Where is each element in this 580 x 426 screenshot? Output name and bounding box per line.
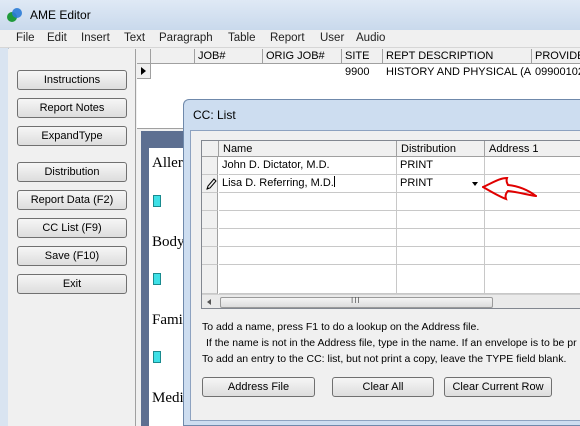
section-field-marker[interactable]	[153, 273, 161, 285]
section-field-marker[interactable]	[153, 351, 161, 363]
exit-button[interactable]: Exit	[17, 274, 127, 294]
instruction-line-3: To add an entry to the CC: list, but not…	[202, 353, 567, 365]
menu-audio[interactable]: Audio	[356, 32, 385, 44]
menu-paragraph[interactable]: Paragraph	[159, 32, 213, 44]
scroll-left-arrow-icon[interactable]	[207, 299, 211, 305]
current-row-arrow-icon	[141, 67, 146, 75]
dialog-title: CC: List	[193, 108, 236, 122]
column-header-address1[interactable]: Address 1	[485, 141, 580, 157]
instruction-line-1: To add a name, press F1 to do a lookup o…	[202, 321, 480, 333]
instruction-line-2: If the name is not in the Address file, …	[206, 337, 577, 349]
annotation-arrow-icon	[482, 176, 537, 201]
cc-name-cell[interactable]: John D. Dictator, M.D.	[219, 157, 397, 175]
cc-list-grid: Name Distribution Address 1 John D. Dict…	[201, 140, 580, 309]
cc-list-button[interactable]: CC List (F9)	[17, 218, 127, 238]
column-header-rept-description[interactable]: REPT DESCRIPTION	[383, 49, 532, 64]
clear-current-row-button[interactable]: Clear Current Row	[444, 377, 552, 397]
column-header-distribution[interactable]: Distribution	[397, 141, 485, 157]
row-selector[interactable]	[202, 229, 218, 247]
cc-name-cell[interactable]	[219, 229, 397, 247]
scrollbar-thumb[interactable]: III	[220, 296, 493, 308]
menu-user[interactable]: User	[320, 32, 344, 44]
cell-job[interactable]	[195, 65, 263, 79]
cc-list-dialog: CC: List Name Distribution Address 1 Joh…	[183, 99, 580, 426]
cc-distribution-cell[interactable]	[397, 229, 485, 247]
column-header-site[interactable]: SITE	[342, 49, 383, 64]
cc-name-cell[interactable]	[219, 211, 397, 229]
cell-provider[interactable]: 09900102	[535, 65, 580, 79]
report-data-button[interactable]: Report Data (F2)	[17, 190, 127, 210]
menu-insert[interactable]: Insert	[81, 32, 110, 44]
cc-name-text: Lisa D. Referring, M.D.	[222, 177, 334, 189]
menu-report[interactable]: Report	[270, 32, 305, 44]
address-file-button[interactable]: Address File	[202, 377, 315, 397]
cell-orig-job[interactable]	[263, 65, 342, 79]
report-notes-button[interactable]: Report Notes	[17, 98, 127, 118]
cc-grid-corner	[202, 141, 219, 157]
pencil-icon	[206, 178, 217, 190]
horizontal-scrollbar[interactable]: III	[202, 294, 580, 308]
cc-distribution-cell[interactable]	[397, 211, 485, 229]
column-header-job[interactable]: JOB#	[195, 49, 263, 64]
row-selector-editing[interactable]	[202, 175, 218, 193]
row-selector[interactable]	[202, 157, 218, 175]
menu-file[interactable]: File	[16, 32, 35, 44]
menu-text[interactable]: Text	[124, 32, 145, 44]
menu-edit[interactable]: Edit	[47, 32, 67, 44]
current-row-indicator[interactable]	[137, 64, 151, 79]
scrollbar-grip: III	[351, 296, 361, 305]
save-button[interactable]: Save (F10)	[17, 246, 127, 266]
cc-address1-cell[interactable]	[485, 229, 580, 247]
expandtype-button[interactable]: ExpandType	[17, 126, 127, 146]
cc-address1-cell[interactable]	[485, 247, 580, 265]
cc-distribution-cell[interactable]: PRINT	[397, 157, 485, 175]
cc-address1-cell[interactable]	[485, 211, 580, 229]
cell-site[interactable]: 9900	[345, 65, 383, 79]
chevron-down-icon[interactable]	[472, 182, 478, 186]
distribution-button[interactable]: Distribution	[17, 162, 127, 182]
column-header-provider[interactable]: PROVIDE	[532, 49, 580, 64]
column-header-orig-job[interactable]: ORIG JOB#	[263, 49, 342, 64]
cc-distribution-cell[interactable]	[397, 265, 485, 294]
cc-name-cell[interactable]	[219, 265, 397, 294]
cc-name-cell[interactable]: Lisa D. Referring, M.D.	[219, 175, 397, 193]
text-cursor	[333, 176, 335, 187]
section-field-marker[interactable]	[153, 195, 161, 207]
cc-distribution-dropdown[interactable]: PRINT	[397, 175, 485, 193]
cc-distribution-cell[interactable]	[397, 247, 485, 265]
cc-distribution-cell[interactable]	[397, 193, 485, 211]
row-selector[interactable]	[202, 265, 218, 294]
cc-distribution-value: PRINT	[400, 177, 433, 189]
job-grid-corner	[137, 49, 151, 64]
row-selector[interactable]	[202, 247, 218, 265]
title-bar: AME Editor	[0, 0, 580, 30]
menu-bar: File Edit Insert Text Paragraph Table Re…	[0, 30, 580, 48]
cell-rept-description[interactable]: HISTORY AND PHYSICAL (AN	[386, 65, 532, 79]
row-selector[interactable]	[202, 193, 218, 211]
left-button-panel: Instructions Report Notes ExpandType Dis…	[8, 49, 136, 426]
cc-address1-cell[interactable]	[485, 265, 580, 294]
menu-table[interactable]: Table	[228, 32, 256, 44]
clear-all-button[interactable]: Clear All	[332, 377, 434, 397]
cc-name-cell[interactable]	[219, 193, 397, 211]
window-title: AME Editor	[30, 8, 91, 22]
job-grid-header-blank	[151, 49, 195, 64]
app-logo-icon	[7, 8, 23, 24]
cc-name-cell[interactable]	[219, 247, 397, 265]
column-header-name[interactable]: Name	[219, 141, 397, 157]
row-selector[interactable]	[202, 211, 218, 229]
instructions-button[interactable]: Instructions	[17, 70, 127, 90]
